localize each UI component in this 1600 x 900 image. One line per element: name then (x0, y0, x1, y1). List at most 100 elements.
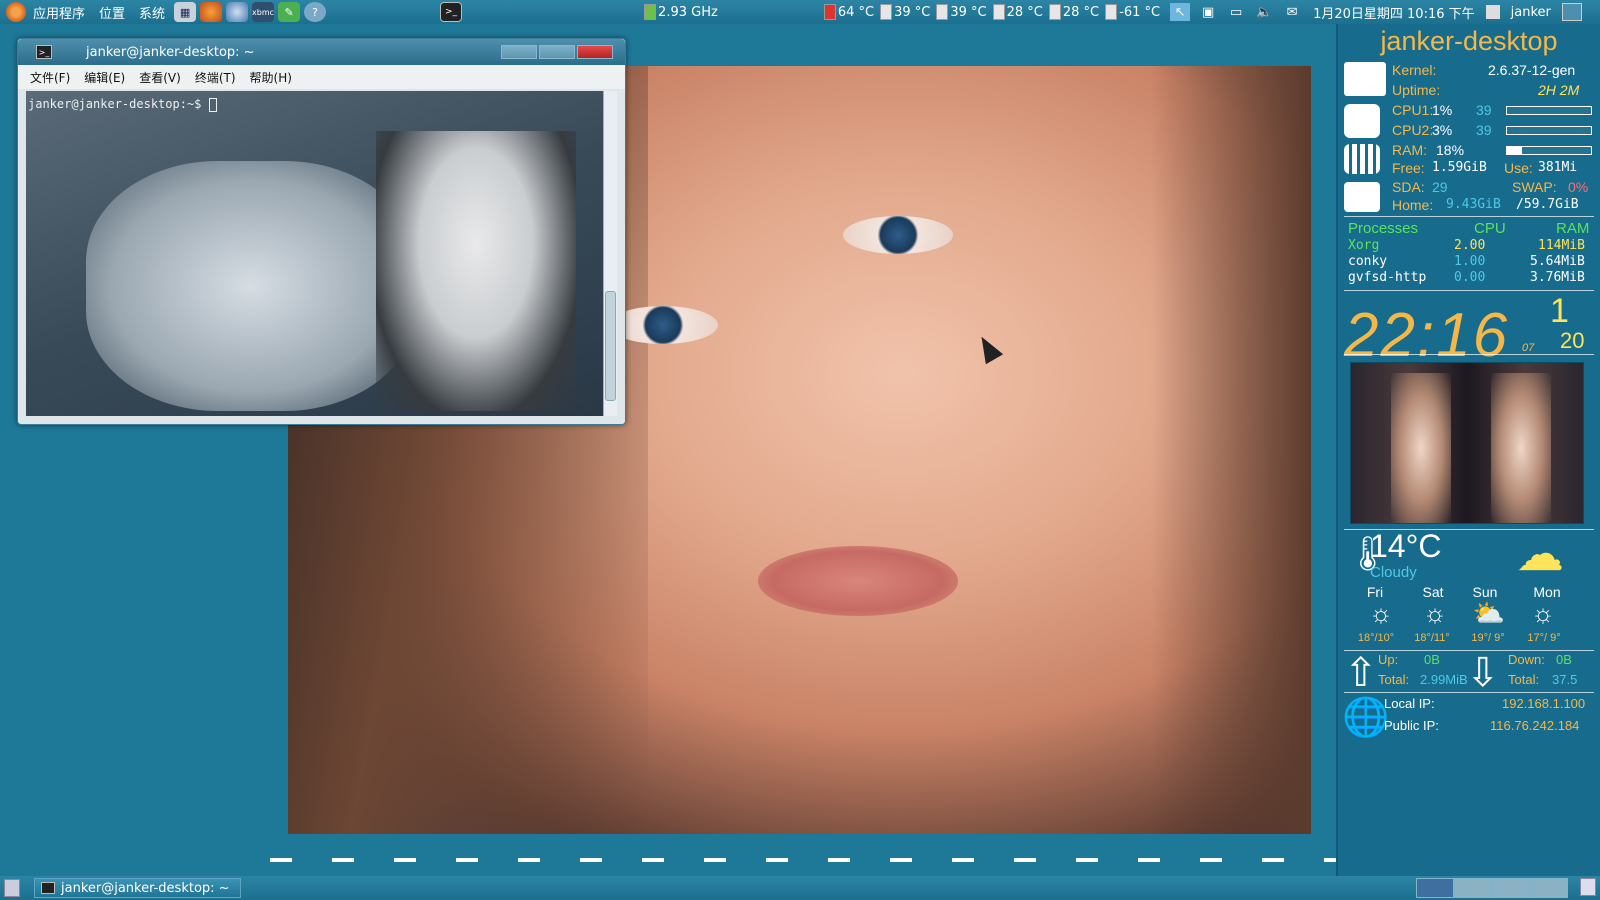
terminal-titlebar[interactable]: >_ janker@janker-desktop: ~ (18, 39, 625, 65)
desktop-dash-line (270, 858, 1336, 862)
workspace-2[interactable] (1454, 878, 1492, 898)
terminal-window[interactable]: >_ janker@janker-desktop: ~ 文件(F) 编辑(E) … (17, 38, 626, 425)
clock-datetime[interactable]: 1月20日星期四 10:16 下午 (1306, 3, 1482, 22)
menu-system[interactable]: 系统 (132, 3, 172, 22)
network-tray-icon[interactable]: ▣ (1198, 3, 1218, 21)
terminal-content[interactable]: janker@janker-desktop:~$ (26, 91, 606, 416)
trash-icon[interactable] (1580, 878, 1596, 896)
divider (1344, 692, 1594, 693)
forecast-temp: 17°/ 9° (1527, 632, 1561, 644)
maximize-button[interactable] (539, 45, 575, 59)
home-total: /59.7GiB (1516, 197, 1579, 212)
upload-arrow-icon: ⇧ (1344, 651, 1378, 695)
menu-terminal[interactable]: 终端(T) (195, 69, 236, 86)
down-total-label: Total: (1508, 672, 1540, 687)
temp-sensor-3[interactable]: 39 °C (936, 4, 987, 20)
process-ram: 5.64MiB (1530, 254, 1585, 269)
process-ram: 114MiB (1538, 238, 1585, 253)
menu-help[interactable]: 帮助(H) (250, 69, 292, 86)
current-temp: 14°C (1370, 528, 1442, 564)
sensor-chip-icon (880, 4, 893, 20)
scrollbar-thumb[interactable] (605, 291, 616, 401)
temp-sensor-2[interactable]: 39 °C (880, 4, 930, 20)
temp-sensor-5[interactable]: 28 °C (1048, 4, 1099, 20)
menu-view[interactable]: 查看(V) (139, 69, 181, 86)
temp-sensor-1[interactable]: 64 °C (823, 4, 874, 20)
menu-edit[interactable]: 编辑(E) (84, 69, 125, 86)
user-icon[interactable] (1485, 5, 1500, 19)
process-ram: 3.76MiB (1530, 270, 1585, 285)
sensor-chip-icon (992, 4, 1005, 20)
temp-sensor-6[interactable]: -61 °C (1105, 4, 1160, 20)
up-total-label: Total: (1378, 672, 1410, 687)
chromium-launcher-icon[interactable] (226, 2, 249, 22)
cpu-freq-text: 2.93 GHz (658, 4, 718, 20)
conky-panel: janker-desktop Kernel: 2.6.37-12-gen Upt… (1336, 24, 1600, 876)
cpu1-temp: 39 (1476, 102, 1492, 118)
volume-icon[interactable]: 🔈 (1254, 3, 1274, 21)
use-label: Use: (1504, 160, 1533, 176)
ram-header: RAM (1556, 220, 1590, 237)
menu-file[interactable]: 文件(F) (30, 69, 70, 86)
process-cpu: 0.00 (1454, 270, 1486, 285)
ram-icon (1344, 144, 1380, 174)
sensor-chip-icon (936, 4, 949, 20)
terminal-scrollbar[interactable] (603, 91, 617, 416)
clock-seconds: 07 (1522, 342, 1535, 354)
workspace-switcher[interactable] (1416, 878, 1568, 898)
processes-header: Processes (1348, 220, 1419, 237)
help-launcher-icon[interactable]: ? (304, 2, 327, 22)
cpu-icon (1344, 104, 1380, 138)
kernel-value: 2.6.37-12-gen (1488, 62, 1576, 78)
cursor-tray-icon[interactable]: ↖ (1170, 3, 1191, 21)
cpu-freq-indicator[interactable]: 2.93 GHz (644, 4, 718, 20)
sensor-chip-icon (1048, 4, 1061, 20)
close-button[interactable] (577, 45, 613, 59)
sda-label: SDA: (1392, 179, 1425, 195)
free-value: 1.59GiB (1432, 160, 1487, 175)
ram-bar (1506, 146, 1592, 155)
ubuntu-logo-icon[interactable] (6, 2, 26, 22)
temp-sensor-4[interactable]: 28 °C (992, 4, 1043, 20)
xbmc-launcher-icon[interactable]: xbmc (252, 2, 274, 22)
use-value: 381Mi (1538, 160, 1578, 175)
up-total-value: 2.99MiB (1420, 672, 1468, 687)
workspace-1[interactable] (1416, 878, 1454, 898)
terminal-prompt-line: janker@janker-desktop:~$ (26, 91, 606, 112)
mail-icon[interactable]: ✉ (1282, 3, 1302, 21)
workspace-3[interactable] (1492, 878, 1530, 898)
terminal-prompt: janker@janker-desktop:~$ (28, 97, 202, 111)
cpu1-value: 1% (1432, 102, 1453, 118)
down-value: 0B (1556, 652, 1572, 667)
thermometer-icon (823, 4, 836, 20)
uptime-label: Uptime: (1392, 82, 1441, 98)
menu-applications[interactable]: 应用程序 (26, 3, 92, 22)
weather-condition: Cloudy (1370, 564, 1417, 581)
divider (1344, 290, 1594, 291)
minimize-button[interactable] (501, 45, 537, 59)
forecast-temp: 18°/11° (1414, 632, 1450, 644)
editor-launcher-icon[interactable]: ✎ (278, 2, 301, 22)
process-name: Xorg (1348, 238, 1380, 253)
user-name[interactable]: janker (1504, 5, 1558, 20)
show-desktop-icon[interactable] (4, 879, 20, 897)
cpu1-label: CPU1: (1392, 102, 1434, 118)
partly-cloudy-icon: ⛅ (1472, 598, 1506, 628)
sun-icon: ☼ (1423, 598, 1447, 628)
shutdown-icon[interactable] (1561, 3, 1582, 21)
terminal-launcher-icon[interactable]: >_ (440, 2, 463, 22)
process-cpu: 2.00 (1454, 238, 1486, 253)
firefox-launcher-icon[interactable] (200, 2, 223, 22)
display-tray-icon[interactable]: ▭ (1226, 3, 1246, 21)
wallpaper-hair-right (1151, 66, 1311, 834)
system-monitor-launcher-icon[interactable]: ▦ (174, 2, 197, 22)
terminal-icon: >_ (36, 45, 52, 59)
sun-icon: ☼ (1531, 598, 1555, 628)
workspace-4[interactable] (1530, 878, 1568, 898)
taskbar-terminal-button[interactable]: janker@janker-desktop: ~ (34, 878, 241, 898)
uptime-value: 2H 2M (1538, 82, 1580, 98)
cpu-header: CPU (1474, 220, 1506, 237)
ram-value: 18% (1436, 142, 1465, 158)
cpu2-graph (1506, 126, 1592, 135)
menu-places[interactable]: 位置 (92, 3, 132, 22)
